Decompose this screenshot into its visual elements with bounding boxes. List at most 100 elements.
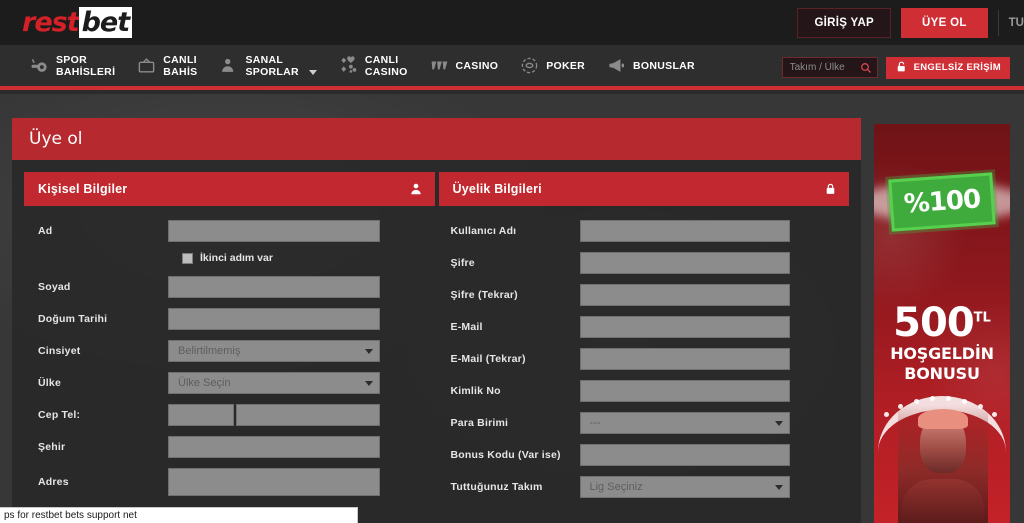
player-hair bbox=[918, 409, 968, 429]
bonus-percent-text: %100 bbox=[902, 184, 982, 220]
site-logo[interactable]: rest bet bbox=[22, 7, 133, 38]
unblocked-access-label: ENGELSİZ ERİŞİM bbox=[913, 62, 1001, 73]
welcome-bonus-banner[interactable]: %100 500TL HOŞGELDİN BONUSU bbox=[874, 124, 1010, 523]
input-dogum-tarihi[interactable] bbox=[168, 308, 380, 330]
input-ad[interactable] bbox=[168, 220, 380, 242]
input-email-tekrar[interactable] bbox=[579, 348, 790, 370]
register-button[interactable]: ÜYE OL bbox=[901, 7, 988, 38]
input-adres[interactable] bbox=[168, 468, 380, 496]
nav-item-canli-bahis[interactable]: CANLI BAHİS bbox=[137, 54, 197, 78]
logo-text-rest: rest bbox=[22, 7, 80, 38]
unblocked-access-button[interactable]: ENGELSİZ ERİŞİM bbox=[885, 56, 1010, 79]
bonus-amount: 500TL bbox=[874, 300, 1010, 346]
search-icon[interactable] bbox=[860, 61, 872, 79]
field-row-bonus-kodu: Bonus Kodu (Var ise) bbox=[439, 444, 850, 466]
chevron-down-icon bbox=[365, 348, 373, 354]
nav-label: SPOR BAHİSLERİ bbox=[56, 53, 116, 78]
virtual-sports-icon bbox=[219, 56, 238, 75]
nav-item-spor-bahisleri[interactable]: SPOR BAHİSLERİ bbox=[30, 54, 115, 78]
select-para-birimi[interactable]: --- bbox=[579, 412, 790, 434]
search-input[interactable] bbox=[782, 62, 855, 73]
label-kullanici-adi: Kullanıcı Adı bbox=[450, 225, 517, 237]
field-row-kullanici-adi: Kullanıcı Adı bbox=[439, 220, 850, 242]
chevron-down-icon bbox=[774, 484, 783, 490]
label-para-birimi: Para Birimi bbox=[450, 417, 509, 429]
field-row-cinsiyet: Cinsiyet Belirtilmemiş bbox=[24, 340, 435, 362]
personal-info-header: Kişisel Bilgiler bbox=[24, 172, 435, 206]
login-button[interactable]: GİRİŞ YAP bbox=[797, 7, 892, 38]
nav-label: CANLI CASINO bbox=[364, 53, 408, 78]
slot-777-icon bbox=[430, 56, 449, 75]
label-adres: Adres bbox=[38, 476, 69, 488]
poker-chip-icon bbox=[520, 56, 539, 75]
field-row-tuttugunuz-takim: Tuttuğunuz Takım Lig Seçiniz bbox=[439, 476, 850, 498]
nav-item-canli-casino[interactable]: CANLI CASINO bbox=[339, 54, 408, 78]
language-selector[interactable]: TU bbox=[1009, 17, 1024, 29]
select-tuttugunuz-takim[interactable]: Lig Seçiniz bbox=[579, 476, 790, 498]
label-bonus-kodu: Bonus Kodu (Var ise) bbox=[450, 449, 561, 461]
input-soyad[interactable] bbox=[168, 276, 380, 298]
chevron-down-icon[interactable] bbox=[308, 69, 317, 75]
field-row-ulke: Ülke Ülke Seçin bbox=[24, 372, 435, 394]
select-tuttugunuz-takim-value: Lig Seçiniz bbox=[589, 481, 643, 493]
field-row-email-tekrar: E-Mail (Tekrar) bbox=[439, 348, 850, 370]
label-cep-tel: Cep Tel: bbox=[38, 409, 81, 421]
card-suits-icon bbox=[339, 56, 358, 75]
membership-info-panel: Üyelik Bilgileri Kullanıcı Adı Şifre Şif… bbox=[438, 172, 850, 523]
second-step-checkbox[interactable] bbox=[182, 252, 193, 264]
select-para-birimi-value: --- bbox=[589, 417, 601, 429]
input-phone-number[interactable] bbox=[236, 404, 380, 426]
bonus-amount-value: 500 bbox=[893, 300, 974, 346]
field-row-email: E-Mail bbox=[439, 316, 850, 338]
select-cinsiyet[interactable]: Belirtilmemiş bbox=[168, 340, 380, 362]
nav-item-poker[interactable]: POKER bbox=[520, 56, 585, 75]
field-row-ad: Ad bbox=[24, 220, 435, 242]
field-row-adres: Adres bbox=[24, 468, 435, 496]
nav-right-tools: ENGELSİZ ERİŞİM bbox=[781, 45, 1010, 90]
live-tv-icon bbox=[137, 56, 156, 75]
bonus-currency: TL bbox=[973, 310, 991, 326]
input-bonus-kodu[interactable] bbox=[579, 444, 790, 466]
input-phone-code[interactable] bbox=[168, 404, 234, 426]
logo-text-bet: bet bbox=[78, 7, 133, 38]
field-row-sifre-tekrar: Şifre (Tekrar) bbox=[439, 284, 850, 306]
nav-label: CANLI BAHİS bbox=[163, 53, 198, 78]
bonus-percent-badge: %100 bbox=[888, 172, 996, 232]
field-row-soyad: Soyad bbox=[24, 276, 435, 298]
nav-items: SPOR BAHİSLERİ CANLI BAHİS SANAL SPORLAR… bbox=[30, 54, 717, 78]
label-sifre-tekrar: Şifre (Tekrar) bbox=[450, 289, 518, 301]
nav-label: SANAL SPORLAR bbox=[245, 53, 299, 78]
personal-info-panel: Kişisel Bilgiler Ad İkinci adım var Soya… bbox=[24, 172, 435, 523]
bonus-line1: HOŞGELDİN bbox=[890, 344, 994, 363]
label-tuttugunuz-takim: Tuttuğunuz Takım bbox=[450, 481, 543, 493]
field-row-sifre: Şifre bbox=[439, 252, 850, 274]
nav-label: POKER bbox=[546, 59, 586, 72]
nav-label: CASINO bbox=[455, 59, 499, 72]
label-dogum-tarihi: Doğum Tarihi bbox=[38, 313, 108, 325]
nav-item-casino[interactable]: CASINO bbox=[430, 56, 499, 75]
bonus-line2: BONUSU bbox=[904, 364, 980, 383]
label-soyad: Soyad bbox=[38, 281, 71, 293]
input-sifre-tekrar[interactable] bbox=[579, 284, 790, 306]
field-row-kimlik-no: Kimlik No bbox=[439, 380, 850, 402]
banner-player-image bbox=[898, 405, 988, 523]
user-icon bbox=[409, 182, 423, 196]
input-sehir[interactable] bbox=[168, 436, 380, 458]
input-kimlik-no[interactable] bbox=[579, 380, 790, 402]
field-row-para-birimi: Para Birimi --- bbox=[439, 412, 850, 434]
membership-info-header: Üyelik Bilgileri bbox=[438, 172, 849, 206]
padlock-icon bbox=[895, 60, 908, 76]
search-box[interactable] bbox=[781, 57, 878, 79]
label-ad: Ad bbox=[38, 225, 53, 237]
input-kullanici-adi[interactable] bbox=[579, 220, 790, 242]
nav-item-bonuslar[interactable]: BONUSLAR bbox=[607, 56, 695, 75]
select-ulke[interactable]: Ülke Seçin bbox=[168, 372, 380, 394]
nav-item-sanal-sporlar[interactable]: SANAL SPORLAR bbox=[219, 53, 317, 78]
label-sifre: Şifre bbox=[450, 257, 475, 269]
input-sifre[interactable] bbox=[579, 252, 790, 274]
field-row-dogum-tarihi: Doğum Tarihi bbox=[24, 308, 435, 330]
select-ulke-value: Ülke Seçin bbox=[178, 377, 231, 389]
input-email[interactable] bbox=[579, 316, 790, 338]
player-body bbox=[902, 479, 984, 523]
page-root: rest bet GİRİŞ YAP ÜYE OL TU SPOR BAHİSLE… bbox=[0, 0, 1024, 523]
